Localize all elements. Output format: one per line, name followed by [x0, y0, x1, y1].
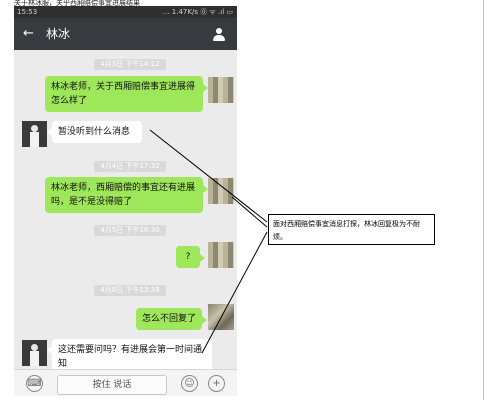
arrow-line: [201, 231, 268, 354]
annotation-arrows: [149, 129, 268, 354]
arrow-line: [149, 129, 268, 223]
arrow-line: [231, 196, 268, 228]
annotation-box: 面对西厢赔偿事宜消息打探，林冰回复极为不耐烦。: [268, 214, 435, 245]
